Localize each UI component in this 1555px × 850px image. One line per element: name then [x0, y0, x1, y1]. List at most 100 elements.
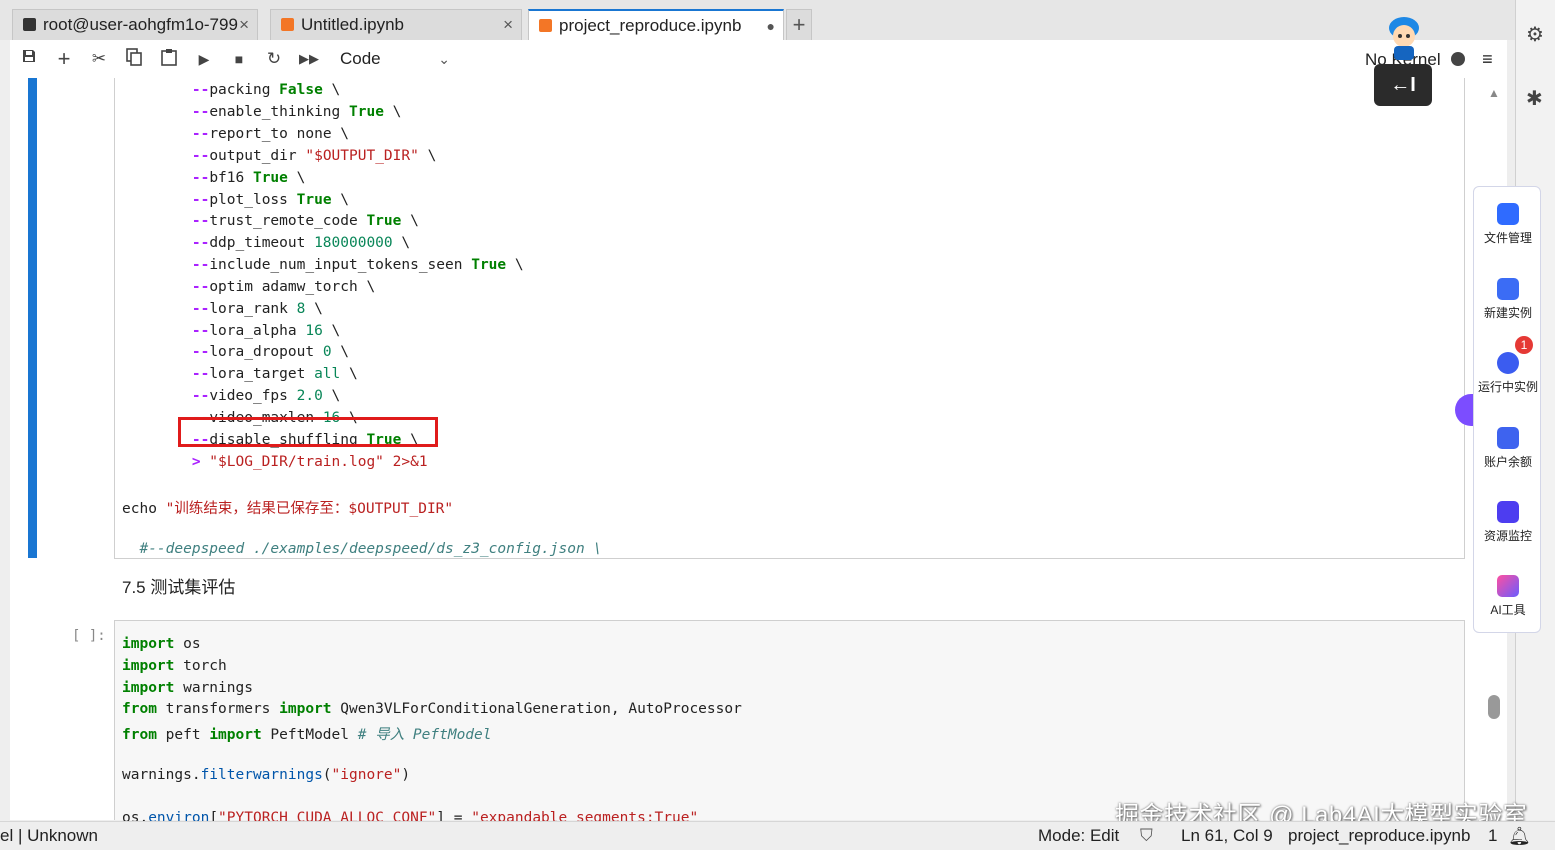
string-value: "expandable_segments:True": [471, 810, 699, 821]
code-line: from peft import PeftModel # 导入 PeftMode…: [122, 723, 492, 744]
flag-value: 8: [296, 301, 306, 317]
flag-dashes: --: [191, 126, 210, 142]
close-icon[interactable]: ×: [239, 10, 249, 40]
tab-label: Untitled.ipynb: [301, 15, 405, 34]
string-key: "PYTORCH_CUDA_ALLOC_CONF": [218, 810, 437, 821]
flag-name: lora_alpha: [209, 323, 297, 339]
tab-terminal[interactable]: root@user-aohgfm1o-799 ×: [12, 9, 258, 40]
cell-type-select[interactable]: Code ⌄: [340, 47, 450, 71]
flag-name: enable_thinking: [209, 104, 341, 120]
import-names: torch: [174, 658, 227, 674]
new-tab-button[interactable]: +: [786, 9, 812, 40]
code-line: import warnings: [122, 680, 253, 696]
save-icon[interactable]: [18, 48, 40, 70]
echo-command: echo: [122, 501, 157, 517]
code-line: --output_dir "$OUTPUT_DIR" \: [191, 148, 437, 164]
property-inspector-icon[interactable]: ⚙: [1526, 22, 1544, 47]
import-names: os: [174, 636, 201, 652]
echo-text: "训练结束，结果已保存至：$OUTPUT_DIR": [156, 501, 454, 517]
menu-icon[interactable]: ≡: [1482, 49, 1493, 69]
flag-dashes: --: [191, 301, 210, 317]
assistant-avatar-icon[interactable]: [1384, 14, 1424, 62]
flag-name: lora_rank: [209, 301, 288, 317]
flag-dashes: --: [191, 235, 210, 251]
paste-icon[interactable]: [158, 48, 180, 70]
tab-label: project_reproduce.ipynb: [559, 16, 742, 35]
panel-item-new-instance[interactable]: 新建实例: [1474, 278, 1542, 321]
flag-dashes: --: [191, 104, 210, 120]
stop-icon[interactable]: ■: [228, 48, 250, 70]
notification-badge: 1: [1515, 336, 1533, 354]
redirect-operator: >: [191, 454, 201, 470]
code-line: --lora_alpha 16 \: [191, 323, 341, 339]
run-icon[interactable]: ▶: [193, 48, 215, 70]
status-cursor-position[interactable]: Ln 61, Col 9: [1181, 822, 1273, 850]
flag-dashes: --: [191, 82, 210, 98]
monitor-icon: [1497, 501, 1519, 523]
status-bar: el | Unknown Mode: Edit ⛉ Ln 61, Col 9 p…: [0, 821, 1555, 850]
tab-untitled[interactable]: Untitled.ipynb ×: [270, 9, 522, 40]
shield-icon[interactable]: ⛉: [1140, 822, 1153, 850]
module-name: peft: [156, 727, 210, 743]
cell-type-value: Code: [340, 49, 381, 68]
code-line: --plot_loss True \: [191, 192, 350, 208]
flag-name: report_to: [209, 126, 288, 142]
code-line: --trust_remote_code True \: [191, 213, 419, 229]
unsaved-dot-icon[interactable]: ●: [767, 11, 775, 40]
debugger-icon[interactable]: ✱: [1526, 86, 1543, 111]
flag-value: "$OUTPUT_DIR": [305, 148, 419, 164]
panel-item-running-instance[interactable]: 运行中实例: [1474, 352, 1542, 395]
attribute-name: environ: [148, 810, 210, 821]
panel-item-ai-tools[interactable]: AI工具: [1474, 575, 1542, 618]
cut-icon[interactable]: ✂: [88, 48, 110, 70]
flag-value: True: [349, 104, 384, 120]
status-left[interactable]: el | Unknown: [0, 822, 98, 850]
import-names: warnings: [174, 680, 253, 696]
cell-prompt: [ ]:: [72, 628, 106, 644]
code-line: from transformers import Qwen3VLForCondi…: [122, 701, 742, 717]
keyword: import: [122, 636, 175, 652]
chevron-down-icon: ⌄: [438, 51, 450, 67]
flag-value: True: [471, 257, 507, 273]
markdown-heading: 7.5 测试集评估: [122, 578, 236, 597]
copy-icon[interactable]: [123, 48, 145, 70]
flag-dashes: --: [191, 344, 210, 360]
scroll-up-icon[interactable]: ▲: [1488, 86, 1500, 100]
flag-name: optim: [209, 279, 253, 295]
code-line: --bf16 True \: [191, 170, 306, 186]
fast-forward-icon[interactable]: ▶▶: [298, 48, 320, 70]
close-icon[interactable]: ×: [503, 10, 513, 40]
panel-item-balance[interactable]: 账户余额: [1474, 427, 1542, 470]
log-path: "$LOG_DIR/train.log": [200, 454, 384, 470]
tab-label: root@user-aohgfm1o-799: [43, 15, 238, 34]
panel-item-monitor[interactable]: 资源监控: [1474, 501, 1542, 544]
tools-panel: 文件管理 新建实例 运行中实例 账户余额 资源监控 AI工具: [1473, 186, 1541, 633]
flag-dashes: --: [191, 213, 210, 229]
add-cell-icon[interactable]: +: [53, 48, 75, 70]
code-line: echo "训练结束，结果已保存至：$OUTPUT_DIR": [122, 497, 453, 518]
collapse-panel-tooltip[interactable]: ←I: [1374, 64, 1432, 106]
assign: ] =: [436, 810, 472, 821]
bell-icon[interactable]: 🔔︎: [1508, 822, 1531, 850]
tab-project-reproduce[interactable]: project_reproduce.ipynb ●: [528, 9, 784, 40]
flag-value: adamw_torch: [261, 279, 358, 295]
cell-collapser[interactable]: [28, 78, 37, 558]
flag-name: include_num_input_tokens_seen: [209, 257, 463, 273]
restart-icon[interactable]: ↻: [263, 48, 285, 70]
scrollbar-thumb[interactable]: [1488, 695, 1500, 719]
flag-value: 0: [322, 344, 332, 360]
panel-item-file-manager[interactable]: 文件管理: [1474, 203, 1542, 246]
code-line: > "$LOG_DIR/train.log" 2>&1: [122, 454, 428, 470]
flag-value: all: [314, 366, 341, 382]
flag-dashes: --: [191, 366, 210, 382]
notebook-icon: [281, 18, 294, 31]
code-line: os.environ["PYTORCH_CUDA_ALLOC_CONF"] = …: [122, 810, 698, 821]
code-line: --lora_dropout 0 \: [191, 344, 350, 360]
flag-value: True: [366, 213, 402, 229]
flag-value: True: [296, 192, 332, 208]
keyword: import: [209, 727, 262, 743]
code-cell-editor[interactable]: [114, 620, 1465, 820]
module-name: transformers: [156, 701, 280, 717]
code-line: --include_num_input_tokens_seen True \: [191, 257, 524, 273]
code-line: import torch: [122, 658, 227, 674]
